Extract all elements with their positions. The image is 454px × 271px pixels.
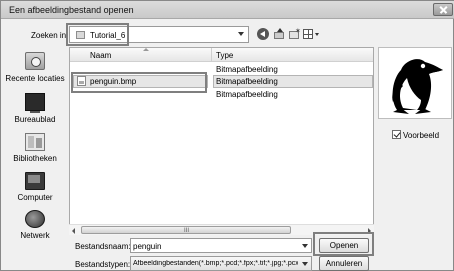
look-in-label: Zoeken in: <box>31 31 69 40</box>
place-recent-locations[interactable]: Recente locaties <box>4 52 66 87</box>
filename-input[interactable] <box>133 240 297 252</box>
cancel-button[interactable]: Annuleren <box>319 256 369 271</box>
filetype-value: Afbeeldingbestanden(*.bmp;*.pcd;*.fpx;*.… <box>133 260 298 267</box>
chevron-down-icon[interactable] <box>302 244 308 248</box>
title-bar[interactable]: Een afbeeldingbestand openen <box>1 1 454 19</box>
open-image-dialog: Een afbeeldingbestand openen Zoeken in: … <box>0 0 454 271</box>
file-type: Bitmapafbeelding <box>216 77 278 86</box>
place-computer[interactable]: Computer <box>4 172 66 207</box>
computer-icon <box>25 172 45 190</box>
preview-label: Voorbeeld <box>403 131 440 140</box>
filetype-select[interactable]: Afbeeldingbestanden(*.bmp;*.pcd;*.fpx;*.… <box>130 256 312 271</box>
column-header-type[interactable]: Type <box>216 51 233 60</box>
open-button-highlight-box <box>313 232 374 256</box>
scrollbar-thumb[interactable]: III <box>81 226 291 234</box>
views-menu-icon[interactable] <box>303 28 319 40</box>
place-label: Bureaublad <box>14 115 56 124</box>
scroll-left-icon[interactable] <box>72 228 75 234</box>
place-label: Recente locaties <box>5 74 65 83</box>
column-divider[interactable] <box>211 48 212 62</box>
libraries-icon <box>25 133 45 151</box>
chevron-down-icon[interactable] <box>238 32 244 36</box>
file-type: Bitmapafbeelding <box>216 90 278 99</box>
sort-arrow-icon <box>143 48 149 51</box>
window-title: Een afbeeldingbestand openen <box>9 5 134 15</box>
filename-field[interactable] <box>130 238 312 253</box>
up-folder-icon[interactable] <box>273 28 285 40</box>
chevron-down-icon[interactable] <box>302 262 308 266</box>
look-in-highlight-box <box>66 23 129 46</box>
scroll-grip: III <box>184 228 190 234</box>
penguin-image <box>392 59 443 114</box>
place-label: Computer <box>17 193 53 202</box>
place-label: Netwerk <box>20 231 50 240</box>
back-icon[interactable] <box>257 28 269 40</box>
new-folder-icon[interactable]: ✶ <box>288 28 301 40</box>
filename-label: Bestandsnaam: <box>75 242 131 251</box>
place-label: Bibliotheken <box>13 154 57 163</box>
place-libraries[interactable]: Bibliotheken <box>4 133 66 168</box>
preview-pane <box>378 47 452 119</box>
place-network[interactable]: Netwerk <box>4 210 66 245</box>
desktop-icon <box>25 93 45 113</box>
network-icon <box>25 210 45 228</box>
selected-file-highlight-box <box>71 72 207 93</box>
file-type: Bitmapafbeelding <box>216 65 278 74</box>
places-bar: Recente locaties Bureaublad Bibliotheken… <box>4 47 66 265</box>
preview-checkbox[interactable] <box>392 130 401 139</box>
place-desktop[interactable]: Bureaublad <box>4 93 66 128</box>
close-button[interactable] <box>433 3 453 16</box>
column-header-name[interactable]: Naam <box>90 51 111 60</box>
column-header-row: Naam Type <box>70 48 373 62</box>
filetype-label: Bestandstypen: <box>75 260 131 269</box>
recent-places-icon <box>25 52 45 70</box>
